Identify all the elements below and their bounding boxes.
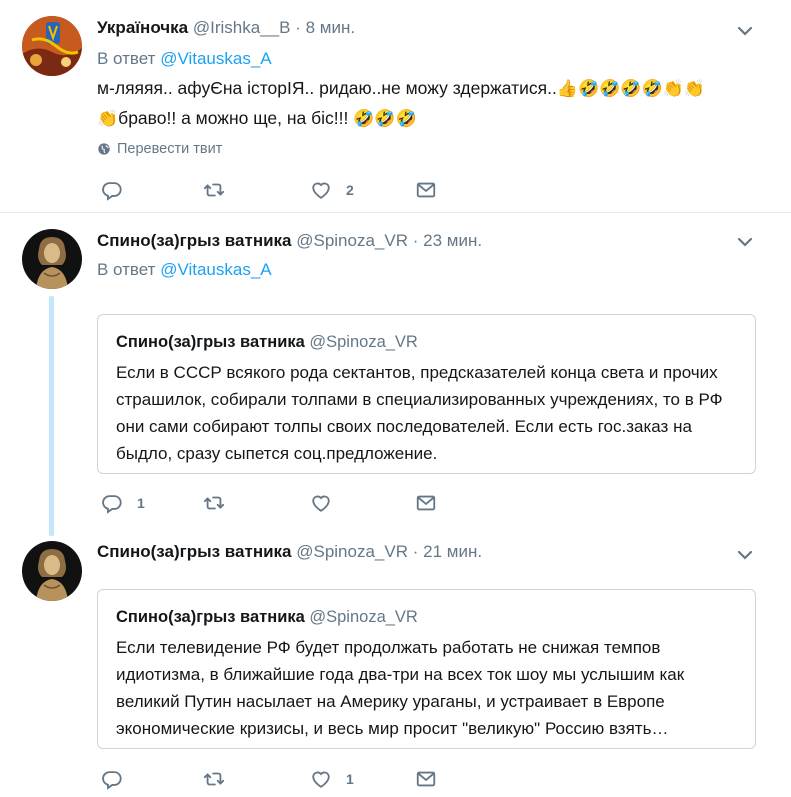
avatar-image [22, 541, 82, 601]
quoted-tweet[interactable]: Спино(за)грыз ватника @Spinoza_VR Если в… [97, 314, 756, 474]
chevron-down-icon[interactable] [737, 549, 753, 561]
tweet-text-part: браво!! а можно ще, на біс!!! [118, 108, 354, 128]
envelope-icon [415, 179, 437, 201]
avatar[interactable] [22, 16, 82, 76]
reply-count: 1 [137, 495, 145, 511]
dm-button[interactable] [415, 178, 437, 202]
username[interactable]: @Spinoza_VR [296, 542, 408, 561]
reply-to-link[interactable]: @Vitauskas_A [160, 260, 271, 279]
retweet-icon [203, 492, 225, 514]
reply-icon [101, 768, 123, 790]
like-button[interactable]: 2 [310, 178, 354, 202]
dm-button[interactable] [415, 767, 437, 791]
action-bar: 1 [97, 491, 457, 515]
reply-icon [101, 492, 123, 514]
quoted-tweet-text: Если телевидение РФ будет продолжать раб… [116, 638, 685, 738]
tweet-text-part: м-ляяяя.. афуЄна історІЯ.. ридаю..не мож… [97, 78, 557, 98]
avatar[interactable] [22, 229, 82, 289]
retweet-button[interactable] [203, 767, 235, 791]
separator: · [412, 231, 419, 250]
quoted-display-name: Спино(за)грыз ватника [116, 333, 305, 351]
quoted-tweet-text: Если в СССР всякого рода сектантов, пред… [116, 363, 723, 463]
tweet-text-line: 👏браво!! а можно ще, на біс!!! 🤣🤣🤣 [97, 104, 705, 134]
display-name[interactable]: Спино(за)грыз ватника [97, 231, 292, 250]
tweet-header: Україночка @Irishka__B · 8 мин. [97, 17, 355, 39]
retweet-button[interactable] [203, 491, 235, 515]
reply-button[interactable] [101, 178, 133, 202]
action-bar: 1 [97, 767, 457, 791]
emoji-sequence: 🤣🤣🤣 [353, 109, 417, 129]
tweet-3[interactable]: Спино(за)грыз ватника @Spinoza_VR · 21 м… [0, 523, 791, 797]
tweet-2[interactable]: Спино(за)грыз ватника @Spinoza_VR · 23 м… [0, 213, 791, 533]
globe-icon [97, 142, 111, 156]
envelope-icon [415, 492, 437, 514]
action-bar: 2 [97, 178, 457, 202]
like-count: 1 [346, 771, 354, 787]
reply-context: В ответ @Vitauskas_A [97, 259, 272, 281]
timestamp[interactable]: 8 мин. [306, 18, 355, 37]
retweet-button[interactable] [203, 178, 235, 202]
avatar[interactable] [22, 541, 82, 601]
username[interactable]: @Irishka__B [193, 18, 291, 37]
like-count: 2 [346, 182, 354, 198]
quoted-username: @Spinoza_VR [309, 333, 418, 351]
emoji-sequence: 👏 [97, 109, 119, 129]
quoted-tweet[interactable]: Спино(за)грыз ватника @Spinoza_VR Если т… [97, 589, 756, 749]
quoted-tweet-header: Спино(за)грыз ватника @Spinoza_VR [116, 608, 418, 627]
reply-prefix: В ответ [97, 49, 156, 68]
like-button[interactable] [310, 491, 342, 515]
avatar-image [22, 229, 82, 289]
translate-link[interactable]: Перевести твит [97, 141, 222, 157]
timestamp[interactable]: 21 мин. [423, 542, 482, 561]
username[interactable]: @Spinoza_VR [296, 231, 408, 250]
translate-label[interactable]: Перевести твит [117, 141, 222, 157]
envelope-icon [415, 768, 437, 790]
retweet-icon [203, 179, 225, 201]
quoted-tweet-header: Спино(за)грыз ватника @Spinoza_VR [116, 333, 418, 352]
emoji-sequence: 👍🤣🤣🤣🤣👏👏 [556, 79, 706, 99]
reply-to-link[interactable]: @Vitauskas_A [160, 49, 271, 68]
timestamp[interactable]: 23 мин. [423, 231, 482, 250]
quoted-display-name: Спино(за)грыз ватника [116, 608, 305, 626]
retweet-icon [203, 768, 225, 790]
tweet-header: Спино(за)грыз ватника @Spinoza_VR · 23 м… [97, 230, 482, 252]
separator: · [412, 542, 419, 561]
avatar-image [22, 16, 82, 76]
display-name[interactable]: Україночка [97, 18, 188, 37]
reply-button[interactable]: 1 [101, 491, 145, 515]
tweet-header: Спино(за)грыз ватника @Spinoza_VR · 21 м… [97, 541, 482, 563]
display-name[interactable]: Спино(за)грыз ватника [97, 542, 292, 561]
reply-button[interactable] [101, 767, 133, 791]
tweet-text: м-ляяяя.. афуЄна історІЯ.. ридаю..не мож… [97, 74, 705, 134]
dm-button[interactable] [415, 491, 437, 515]
like-button[interactable]: 1 [310, 767, 354, 791]
chevron-down-icon[interactable] [737, 25, 753, 37]
tweet-1[interactable]: Україночка @Irishka__B · 8 мин. В ответ … [0, 0, 791, 212]
heart-icon [310, 492, 332, 514]
heart-icon [310, 179, 332, 201]
reply-icon [101, 179, 123, 201]
reply-context: В ответ @Vitauskas_A [97, 48, 272, 70]
tweet-text-line: м-ляяяя.. афуЄна історІЯ.. ридаю..не мож… [97, 74, 705, 104]
separator: · [295, 18, 301, 37]
chevron-down-icon[interactable] [737, 236, 753, 248]
quoted-username: @Spinoza_VR [309, 608, 418, 626]
heart-icon [310, 768, 332, 790]
reply-prefix: В ответ [97, 260, 156, 279]
